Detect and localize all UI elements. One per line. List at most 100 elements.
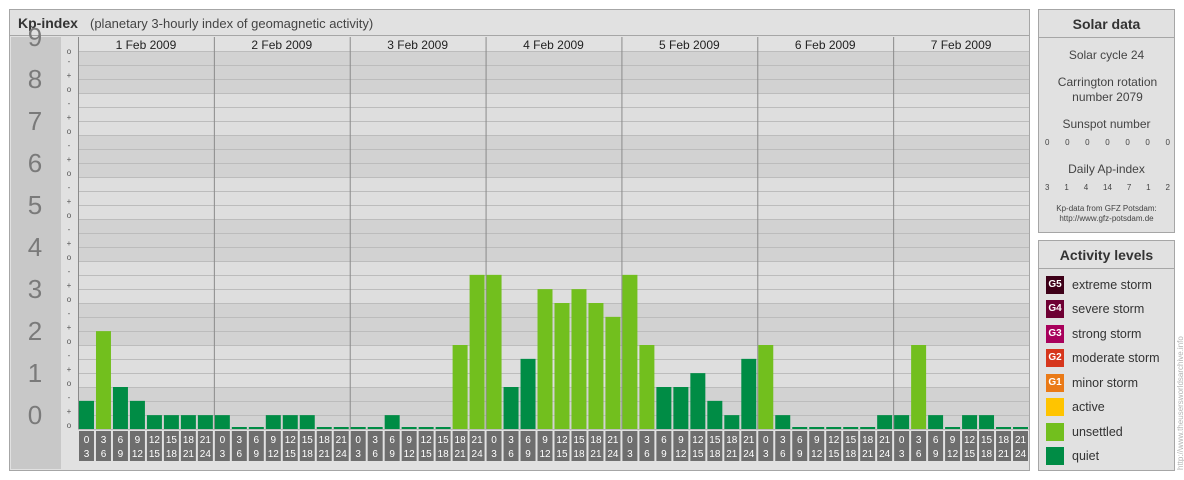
y-minor-label: o	[67, 295, 72, 304]
y-minor-label: o	[67, 337, 72, 346]
kp-bar	[146, 415, 162, 429]
interval-end-label: 3	[84, 449, 90, 460]
y-minor-label: -	[68, 351, 71, 360]
kp-band	[78, 135, 1029, 177]
y-tick-label: 5	[28, 190, 42, 220]
day-label: 4 Feb 2009	[523, 38, 584, 52]
interval-start-label: 18	[183, 435, 195, 446]
ap-index-value: 7	[1126, 183, 1132, 192]
kp-bar	[826, 427, 842, 429]
sunspot-value: 0	[1045, 138, 1050, 147]
y-minor-label: -	[68, 141, 71, 150]
y-minor-label: +	[67, 365, 72, 374]
interval-end-label: 21	[590, 449, 602, 460]
interval-end-label: 21	[183, 449, 195, 460]
sunspot-label: Sunspot number	[1062, 117, 1151, 131]
interval-start-label: 6	[389, 435, 395, 446]
day-label: 3 Feb 2009	[387, 38, 448, 52]
interval-start-label: 21	[1015, 435, 1027, 446]
kp-bar	[418, 427, 434, 429]
interval-start-label: 15	[845, 435, 857, 446]
y-minor-label: -	[68, 267, 71, 276]
kp-bar	[724, 415, 740, 429]
kp-bar-chart: 0123456789o+-o+-o+-o+-o+-o+-o+-o+-o+-o 1 …	[11, 22, 1029, 469]
kp-band	[78, 345, 1029, 387]
interval-end-label: 15	[692, 449, 704, 460]
y-minor-label: -	[68, 57, 71, 66]
interval-start-label: 15	[709, 435, 721, 446]
interval-start-label: 6	[661, 435, 667, 446]
kp-bar	[469, 274, 485, 429]
legend-label: strong storm	[1072, 327, 1142, 341]
interval-start-label: 15	[302, 435, 314, 446]
day-label: 6 Feb 2009	[795, 38, 856, 52]
interval-start-label: 21	[472, 435, 484, 446]
carrington-rotation: Carrington rotation number 2079	[1057, 75, 1158, 104]
interval-start-label: 0	[84, 435, 90, 446]
activity-levels-panel: Activity levels G5 extreme storm G4 seve…	[1038, 240, 1175, 471]
y-tick-label: 0	[28, 400, 42, 430]
interval-start-label: 15	[166, 435, 178, 446]
legend-item-g3: G3 strong storm	[1046, 325, 1141, 343]
activity-levels-title: Activity levels	[1039, 241, 1174, 269]
interval-start-label: 18	[319, 435, 331, 446]
kp-bar	[333, 427, 349, 429]
y-minor-label: +	[67, 323, 72, 332]
interval-end-label: 9	[933, 449, 939, 460]
y-minor-label: +	[67, 197, 72, 206]
y-minor-label: +	[67, 71, 72, 80]
interval-start-label: 12	[285, 435, 297, 446]
kp-bar	[758, 345, 774, 429]
interval-end-label: 12	[675, 449, 687, 460]
kp-band	[78, 303, 1029, 345]
g3-swatch: G3	[1046, 325, 1064, 343]
legend-label: minor storm	[1072, 376, 1138, 390]
kp-bar	[79, 400, 94, 429]
interval-start-label: 6	[797, 435, 803, 446]
data-source-link[interactable]: http://www.gfz-potsdam.de	[1039, 214, 1174, 224]
kp-band	[78, 219, 1029, 261]
sunspot-value: 0	[1125, 138, 1130, 147]
legend-item-unsettled: unsettled	[1046, 423, 1123, 441]
g4-swatch: G4	[1046, 300, 1064, 318]
kp-bar	[945, 427, 961, 429]
kp-bar	[350, 427, 366, 429]
day-label: 7 Feb 2009	[931, 38, 992, 52]
interval-start-label: 9	[406, 435, 412, 446]
interval-end-label: 15	[421, 449, 433, 460]
interval-end-label: 9	[661, 449, 667, 460]
interval-end-label: 24	[336, 449, 348, 460]
interval-start-label: 9	[135, 435, 141, 446]
ap-index-value: 1	[1146, 183, 1151, 192]
interval-end-label: 6	[101, 449, 107, 460]
y-minor-label: +	[67, 239, 72, 248]
y-minor-label: +	[67, 281, 72, 290]
interval-start-label: 21	[743, 435, 755, 446]
y-minor-label: -	[68, 309, 71, 318]
interval-end-label: 24	[879, 449, 891, 460]
kp-bar	[486, 274, 502, 429]
interval-end-label: 24	[743, 449, 755, 460]
interval-end-label: 15	[556, 449, 568, 460]
interval-start-label: 18	[998, 435, 1010, 446]
kp-bar	[384, 415, 400, 429]
interval-end-label: 21	[319, 449, 331, 460]
interval-end-label: 18	[573, 449, 585, 460]
interval-end-label: 18	[981, 449, 993, 460]
kp-bar	[367, 427, 383, 429]
kp-bar	[1013, 427, 1028, 429]
interval-start-label: 12	[421, 435, 433, 446]
legend-item-g5: G5 extreme storm	[1046, 276, 1152, 294]
interval-end-label: 24	[607, 449, 619, 460]
kp-band	[78, 177, 1029, 219]
ap-index-value: 1	[1064, 183, 1069, 192]
y-tick-label: 9	[28, 22, 42, 52]
interval-start-label: 9	[542, 435, 548, 446]
kp-bar	[248, 427, 264, 429]
interval-end-label: 18	[302, 449, 314, 460]
g5-swatch: G5	[1046, 276, 1064, 294]
kp-bar	[996, 427, 1012, 429]
kp-bar	[214, 415, 230, 429]
interval-start-label: 21	[879, 435, 891, 446]
interval-start-label: 21	[200, 435, 212, 446]
